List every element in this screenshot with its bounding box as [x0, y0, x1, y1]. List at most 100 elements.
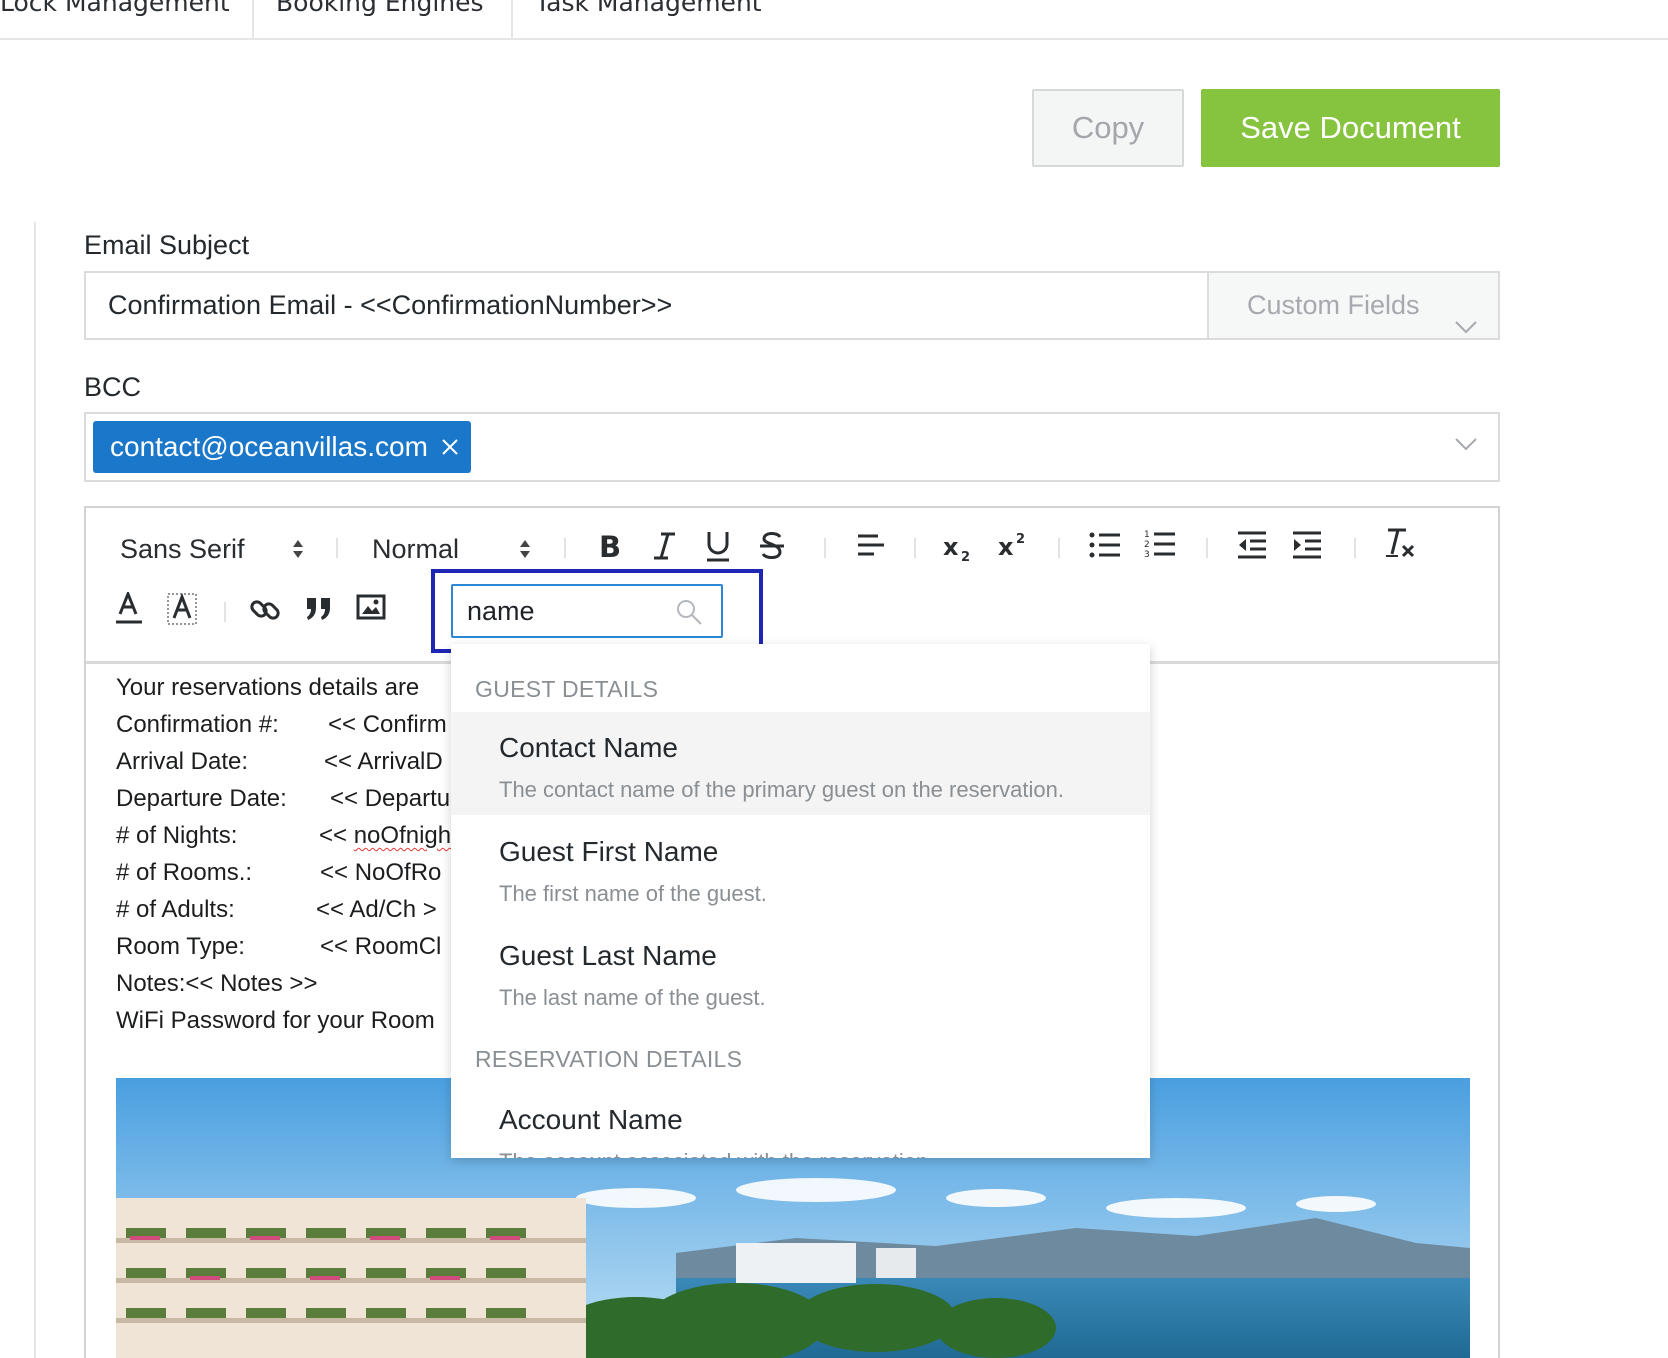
- save-document-button[interactable]: Save Document: [1201, 89, 1500, 167]
- clear-format-icon[interactable]: [1384, 526, 1416, 560]
- body-line: Room Type: << RoomCl: [116, 929, 441, 965]
- image-icon[interactable]: [356, 594, 386, 622]
- dropdown-item-guest-first-name[interactable]: Guest First Name The first name of the g…: [451, 816, 1150, 919]
- body-line-label: Departure Date:: [116, 785, 287, 812]
- body-line-label: WiFi Password for your Room: [116, 1007, 435, 1034]
- body-line: Arrival Date: << ArrivalD: [116, 744, 443, 780]
- font-size-value: Normal: [372, 534, 460, 564]
- email-subject-input[interactable]: Confirmation Email - <<ConfirmationNumbe…: [108, 273, 672, 338]
- strike-icon[interactable]: [758, 528, 786, 564]
- body-line-label: # of Rooms.:: [116, 859, 253, 886]
- toolbar-separator: [564, 538, 566, 558]
- dropdown-group-title: GUEST DETAILS: [475, 676, 659, 702]
- body-line: # of Adults: << Ad/Ch >: [116, 892, 437, 928]
- top-tab-bar: Lock Management Booking Engines Task Man…: [0, 0, 1668, 40]
- body-line-label: Room Type:: [116, 933, 245, 960]
- bcc-field[interactable]: contact@oceanvillas.com: [84, 412, 1500, 482]
- custom-field-dropdown: GUEST DETAILS Contact Name The contact n…: [451, 644, 1150, 1158]
- body-line: WiFi Password for your Room: [116, 1003, 435, 1039]
- dropdown-item-contact-name[interactable]: Contact Name The contact name of the pri…: [451, 712, 1150, 815]
- svg-text:2: 2: [1144, 540, 1150, 550]
- bcc-chip-label: contact@oceanvillas.com: [110, 431, 428, 462]
- select-arrows-icon: [291, 538, 305, 560]
- dropdown-group-title: RESERVATION DETAILS: [475, 1046, 743, 1072]
- body-line-value: noOfnigh: [353, 822, 452, 849]
- select-arrows-icon: [518, 538, 532, 560]
- background-color-icon[interactable]: [166, 592, 198, 626]
- indent-icon[interactable]: [1291, 530, 1323, 560]
- dropdown-item-title: Contact Name: [499, 732, 678, 763]
- italic-icon[interactable]: [651, 528, 677, 564]
- align-icon[interactable]: [856, 530, 886, 560]
- body-line-value: << RoomCl: [320, 933, 442, 960]
- body-line-label: Notes:<< Notes >>: [116, 970, 318, 997]
- toolbar-separator: [1058, 538, 1060, 558]
- body-line-label: # of Nights:: [116, 822, 238, 849]
- link-icon[interactable]: [249, 594, 281, 626]
- subscript-icon[interactable]: x2: [941, 528, 977, 564]
- font-family-select[interactable]: Sans Serif: [120, 534, 245, 565]
- dropdown-item-title: Guest Last Name: [499, 940, 717, 971]
- dropdown-item-desc: The last name of the guest.: [499, 985, 766, 1010]
- bcc-chip: contact@oceanvillas.com: [93, 421, 471, 473]
- body-line-value: << NoOfRo: [320, 859, 442, 886]
- body-line-label: Arrival Date:: [116, 748, 249, 775]
- chevron-down-icon: [1454, 294, 1478, 359]
- body-line: Departure Date: << Departu: [116, 781, 450, 817]
- body-line-value: << ArrivalD: [324, 748, 443, 775]
- body-line: Confirmation #: << Confirm: [116, 707, 447, 743]
- svg-text:B: B: [599, 530, 621, 564]
- body-line-label: # of Adults:: [116, 896, 235, 923]
- custom-fields-label: Custom Fields: [1247, 290, 1420, 320]
- underline-icon[interactable]: [704, 528, 732, 564]
- custom-field-search-input[interactable]: name: [451, 584, 723, 638]
- email-subject-field[interactable]: Confirmation Email - <<ConfirmationNumbe…: [84, 271, 1500, 340]
- tab-lock-management[interactable]: Lock Management: [0, 0, 252, 38]
- email-subject-label: Email Subject: [84, 230, 250, 260]
- svg-text:x: x: [943, 533, 959, 561]
- dropdown-item-guest-last-name[interactable]: Guest Last Name The last name of the gue…: [451, 920, 1150, 1023]
- toolbar-separator: [914, 538, 916, 558]
- superscript-icon[interactable]: x2: [996, 528, 1032, 564]
- svg-text:2: 2: [1016, 532, 1025, 547]
- body-line-label: Your reservations details are: [116, 674, 420, 701]
- body-line: Your reservations details are: [116, 670, 419, 706]
- bold-icon[interactable]: B: [596, 528, 622, 564]
- svg-text:3: 3: [1144, 550, 1150, 560]
- tab-task-management[interactable]: Task Management: [511, 0, 811, 38]
- dropdown-item-desc: The first name of the guest.: [499, 881, 767, 906]
- text-color-icon[interactable]: [114, 592, 144, 626]
- chevron-down-icon[interactable]: [1454, 436, 1478, 456]
- font-family-value: Sans Serif: [120, 534, 245, 564]
- body-line: # of Nights: << noOfnigh: [116, 818, 451, 854]
- body-line-value: << Ad/Ch >: [316, 896, 437, 923]
- outdent-icon[interactable]: [1236, 530, 1268, 560]
- svg-text:1: 1: [1144, 530, 1150, 540]
- search-input-value: name: [467, 596, 535, 626]
- ordered-list-icon[interactable]: 123: [1144, 528, 1176, 560]
- body-line-label: Confirmation #:: [116, 711, 279, 738]
- copy-button[interactable]: Copy: [1032, 89, 1184, 167]
- body-line-value: << Confirm: [328, 711, 447, 738]
- font-size-select[interactable]: Normal: [372, 534, 459, 565]
- toolbar-separator: [224, 602, 226, 622]
- editor-toolbar: Sans Serif Normal B x2 x 2 1 2 3: [86, 508, 1498, 664]
- tab-booking-engines[interactable]: Booking Engines: [252, 0, 511, 38]
- body-line: Notes:<< Notes >>: [116, 966, 317, 1002]
- svg-text:2: 2: [961, 550, 970, 564]
- search-icon: [675, 598, 703, 630]
- dropdown-item-title: Guest First Name: [499, 836, 719, 867]
- dropdown-item-title: Account Name: [499, 1104, 683, 1135]
- quote-icon[interactable]: [304, 594, 334, 624]
- dropdown-item-desc: The contact name of the primary guest on…: [499, 777, 1064, 802]
- toolbar-separator: [824, 538, 826, 558]
- bcc-label: BCC: [84, 372, 142, 402]
- bullet-list-icon[interactable]: [1089, 530, 1121, 560]
- remove-chip-icon[interactable]: [441, 421, 459, 490]
- left-divider: [34, 222, 36, 1358]
- toolbar-separator: [1354, 538, 1356, 558]
- dropdown-item-account-name[interactable]: Account Name The account associated with…: [451, 1084, 1150, 1158]
- svg-text:x: x: [998, 533, 1014, 561]
- custom-fields-dropdown[interactable]: Custom Fields: [1207, 273, 1498, 338]
- toolbar-separator: [336, 538, 338, 558]
